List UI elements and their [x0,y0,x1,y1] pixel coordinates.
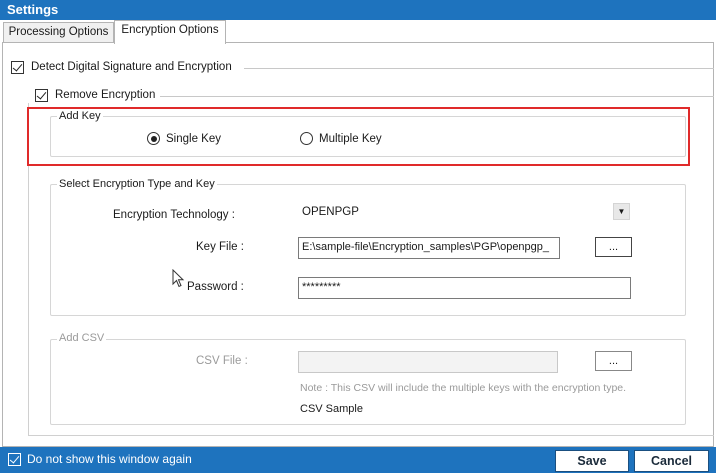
detect-signature-label: Detect Digital Signature and Encryption [31,61,232,73]
csv-file-label: CSV File : [196,355,248,367]
divider [160,96,714,97]
password-label: Password : [187,281,244,293]
divider [244,68,714,69]
csv-note-text: Note : This CSV will include the multipl… [300,382,627,394]
window-title: Settings [0,0,716,20]
add-csv-title: Add CSV [57,332,107,344]
tab-processing-options[interactable]: Processing Options [3,22,114,43]
remove-encryption-checkbox[interactable] [35,89,48,102]
footer-bar: Do not show this window again Save Cance… [0,447,716,473]
mouse-pointer-icon [172,269,185,288]
remove-encryption-label: Remove Encryption [55,89,156,101]
key-file-browse-button[interactable]: ... [595,237,632,257]
password-input[interactable]: ********* [298,277,631,299]
encryption-technology-select[interactable]: OPENPGP [302,206,359,218]
csv-file-input[interactable] [298,351,558,373]
csv-sample-link[interactable]: CSV Sample [300,403,363,415]
save-button[interactable]: Save [555,450,629,472]
tab-encryption-options[interactable]: Encryption Options [114,20,226,44]
dont-show-label: Do not show this window again [27,452,192,466]
key-file-label: Key File : [196,241,244,253]
key-file-input[interactable]: E:\sample-file\Encryption_samples\PGP\op… [298,237,560,259]
dropdown-arrow-icon[interactable]: ▼ [613,203,630,220]
encryption-technology-label: Encryption Technology : [113,209,235,221]
encryption-type-title: Select Encryption Type and Key [57,178,217,190]
dont-show-checkbox[interactable] [8,453,21,466]
add-key-highlight-box [27,107,690,166]
csv-file-browse-button[interactable]: ... [595,351,632,371]
detect-signature-checkbox[interactable] [11,61,24,74]
tab-strip: Processing Options Encryption Options [0,20,716,44]
cancel-button[interactable]: Cancel [634,450,709,472]
